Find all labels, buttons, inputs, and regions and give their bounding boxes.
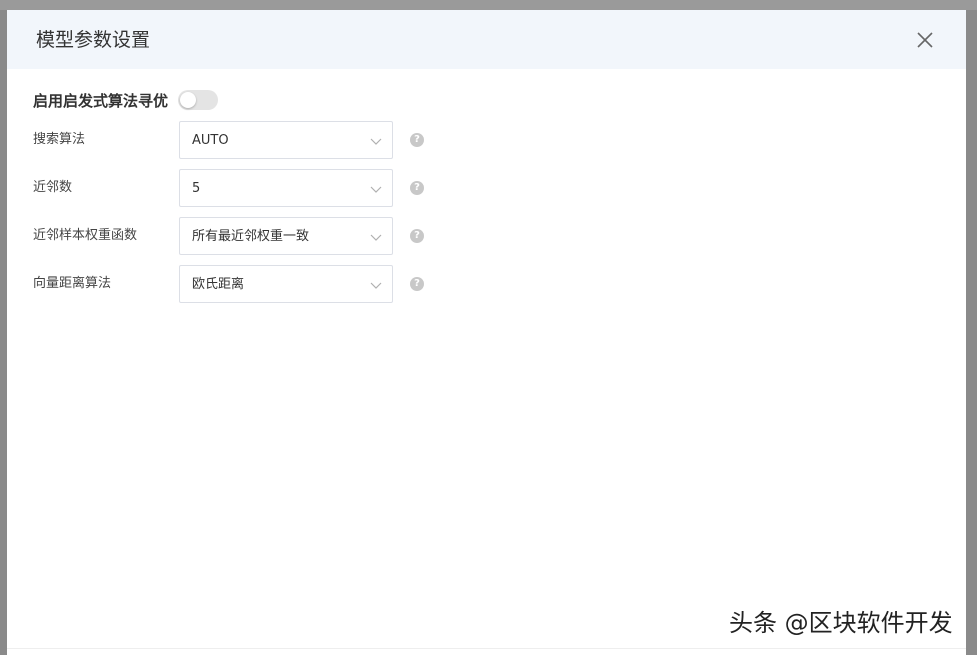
close-icon[interactable]: [913, 28, 937, 52]
help-icon[interactable]: ?: [410, 181, 424, 195]
weight-function-select[interactable]: 所有最近邻权重一致: [179, 217, 393, 255]
page-backdrop: [0, 0, 977, 10]
distance-algorithm-label: 向量距离算法: [33, 276, 112, 291]
heuristic-toggle-switch[interactable]: [178, 90, 219, 110]
form-row-weight-function: 近邻样本权重函数 所有最近邻权重一致 ?: [33, 217, 453, 255]
help-icon[interactable]: ?: [410, 277, 424, 291]
dialog-title: 模型参数设置: [36, 29, 151, 51]
chevron-down-icon: [370, 186, 382, 193]
help-icon[interactable]: ?: [410, 229, 424, 243]
watermark-text: 头条 @区块软件开发: [729, 609, 953, 637]
help-icon[interactable]: ?: [410, 133, 424, 147]
neighbors-select[interactable]: 5: [179, 169, 393, 207]
chevron-down-icon: [370, 282, 382, 289]
form-row-search-algorithm: 搜索算法 AUTO ?: [33, 121, 453, 159]
dialog-bottom-divider: [7, 648, 966, 649]
search-algorithm-select[interactable]: AUTO: [179, 121, 393, 159]
weight-function-value: 所有最近邻权重一致: [192, 229, 310, 244]
distance-algorithm-select[interactable]: 欧氏距离: [179, 265, 393, 303]
model-params-dialog: 模型参数设置 启用启发式算法寻优 搜索算法 AUTO ? 近邻数 5 ? 近邻样…: [7, 10, 966, 655]
chevron-down-icon: [370, 234, 382, 241]
form-row-distance-algorithm: 向量距离算法 欧氏距离 ?: [33, 265, 453, 303]
toggle-knob: [180, 92, 197, 108]
chevron-down-icon: [370, 138, 382, 145]
heuristic-toggle-label: 启用启发式算法寻优: [33, 91, 169, 110]
neighbors-value: 5: [192, 181, 201, 196]
search-algorithm-value: AUTO: [192, 133, 229, 148]
weight-function-label: 近邻样本权重函数: [33, 228, 138, 243]
heuristic-toggle-row: 启用启发式算法寻优: [33, 88, 219, 112]
dialog-header: 模型参数设置: [7, 10, 966, 69]
distance-algorithm-value: 欧氏距离: [192, 277, 245, 292]
neighbors-label: 近邻数: [33, 180, 73, 195]
search-algorithm-label: 搜索算法: [33, 132, 86, 147]
form-row-neighbors: 近邻数 5 ?: [33, 169, 453, 207]
